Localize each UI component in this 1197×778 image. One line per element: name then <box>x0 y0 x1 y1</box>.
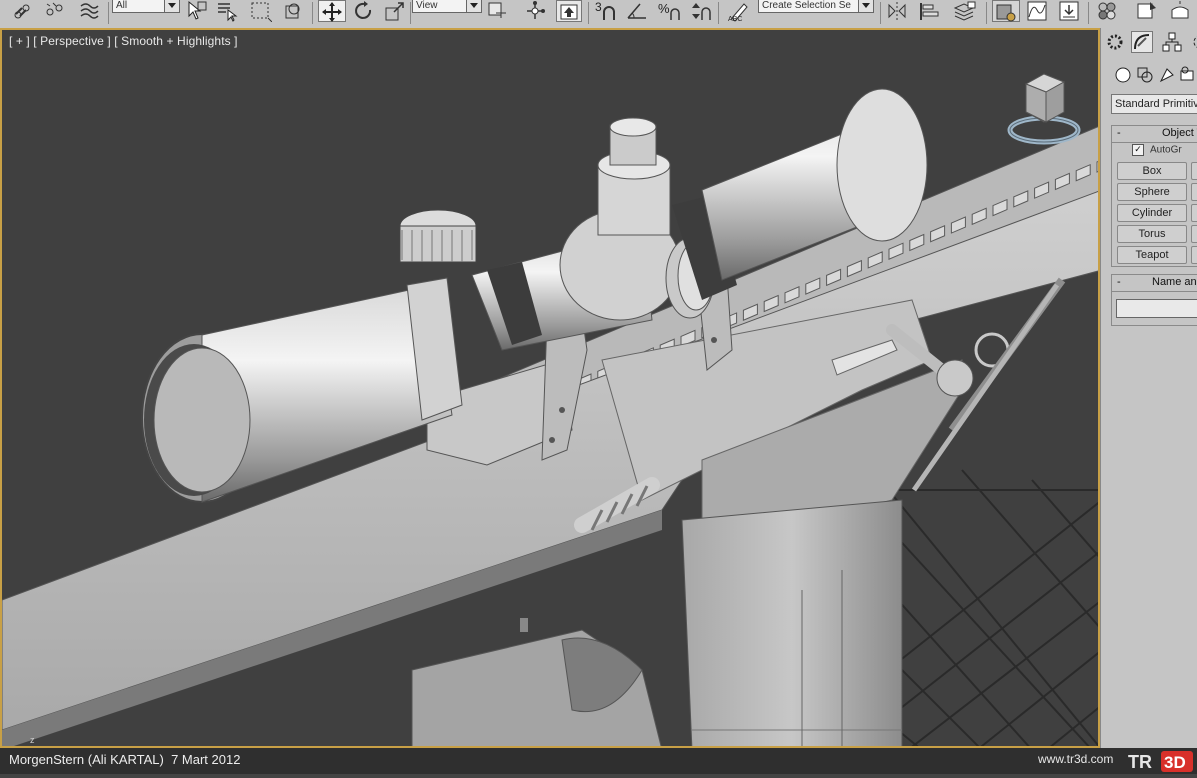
cylinder-button[interactable]: Cylinder <box>1117 204 1187 222</box>
select-and-manipulate-icon[interactable] <box>524 0 546 22</box>
use-pivot-point-center-icon[interactable] <box>486 0 508 22</box>
logo-text-tr: TR <box>1128 752 1152 772</box>
select-and-scale-icon[interactable] <box>384 0 406 22</box>
cameras-category-icon[interactable] <box>1179 65 1197 87</box>
object-type-title: Object T <box>1162 127 1197 139</box>
curve-editor-icon[interactable] <box>1026 0 1048 22</box>
selection-filter-value: All <box>116 0 128 11</box>
named-selection-dropdown[interactable]: Create Selection Se <box>758 0 874 13</box>
svg-text:3: 3 <box>595 0 602 14</box>
lights-category-icon[interactable] <box>1157 65 1179 87</box>
svg-text:%: % <box>658 1 670 16</box>
object-type-rollout-header[interactable]: - Object T <box>1112 126 1197 143</box>
chevron-down-icon <box>858 0 873 12</box>
selection-filter-dropdown[interactable]: All <box>112 0 180 13</box>
primitive-type-dropdown[interactable]: Standard Primitives <box>1111 94 1197 114</box>
viewport-scene <box>2 88 1098 746</box>
axis-tripod-label: z <box>30 735 35 745</box>
select-and-link-icon[interactable] <box>12 0 34 22</box>
select-object-icon[interactable] <box>186 0 208 22</box>
window-crossing-icon[interactable] <box>282 0 304 22</box>
rectangular-selection-icon[interactable] <box>250 0 272 22</box>
keyboard-shortcut-override-icon[interactable] <box>556 0 582 22</box>
viewport-point-of-view[interactable]: [ Perspective ] <box>33 34 111 48</box>
name-and-color-title: Name and <box>1152 276 1197 288</box>
layer-manager-icon[interactable] <box>952 0 976 22</box>
main-toolbar: All View 3 % ABC Create Selection Se <box>0 0 1197 29</box>
name-and-color-rollout-header[interactable]: - Name and <box>1112 275 1197 292</box>
tr3d-logo-icon: TR 3D <box>1128 749 1194 773</box>
render-setup-icon[interactable] <box>1136 0 1158 22</box>
shapes-category-icon[interactable] <box>1135 65 1157 87</box>
render-production-icon[interactable] <box>1168 0 1190 22</box>
box-button[interactable]: Box <box>1117 162 1187 180</box>
create-tab-icon[interactable] <box>1104 31 1126 53</box>
collapse-icon: - <box>1117 276 1121 288</box>
command-panel-tabs <box>1101 28 1197 58</box>
reference-coordinate-value: View <box>416 0 438 11</box>
author-credit: MorgenStern (Ali KARTAL) 7 Mart 2012 <box>9 752 241 767</box>
hierarchy-tab-icon[interactable] <box>1161 31 1183 53</box>
snaps-toggle-icon[interactable]: 3 <box>594 0 616 22</box>
percent-snap-toggle-icon[interactable]: % <box>658 0 680 22</box>
align-icon[interactable] <box>918 0 940 22</box>
select-and-move-icon[interactable] <box>318 0 346 22</box>
sphere-button[interactable]: Sphere <box>1117 183 1187 201</box>
website-link[interactable]: www.tr3d.com <box>1038 752 1113 766</box>
select-and-rotate-icon[interactable] <box>352 0 374 22</box>
angle-snap-toggle-icon[interactable] <box>626 0 648 22</box>
mirror-icon[interactable] <box>886 0 908 22</box>
object-name-input[interactable] <box>1116 299 1197 318</box>
torus-button[interactable]: Torus <box>1117 225 1187 243</box>
edit-named-selection-icon[interactable]: ABC <box>726 0 748 22</box>
bind-to-space-warp-icon[interactable] <box>78 0 100 22</box>
chevron-down-icon <box>466 0 481 12</box>
autogrid-checkbox[interactable]: ✓ AutoGr <box>1132 144 1182 156</box>
viewcube-icon[interactable] <box>1006 64 1086 148</box>
plane-button[interactable] <box>1191 246 1197 264</box>
tube-button[interactable] <box>1191 204 1197 222</box>
command-panel: Standard Primitives - Object T ✓ AutoGr B… <box>1100 28 1197 748</box>
autogrid-label: AutoGr <box>1150 144 1182 156</box>
object-category-row <box>1101 62 1197 90</box>
viewport-label[interactable]: [ + ] [ Perspective ] [ Smooth + Highlig… <box>9 34 238 48</box>
spinner-snap-toggle-icon[interactable] <box>690 0 712 22</box>
geosphere-button[interactable] <box>1191 183 1197 201</box>
material-editor-icon[interactable] <box>1096 0 1118 22</box>
reference-coordinate-dropdown[interactable]: View <box>412 0 482 13</box>
pyramid-button[interactable] <box>1191 225 1197 243</box>
collapse-icon: - <box>1117 127 1121 139</box>
modify-tab-icon[interactable] <box>1131 31 1153 53</box>
geometry-category-icon[interactable] <box>1113 65 1135 87</box>
motion-tab-icon[interactable] <box>1189 31 1197 53</box>
svg-text:ABC: ABC <box>728 16 742 22</box>
schematic-view-icon[interactable] <box>1058 0 1080 22</box>
cone-button[interactable] <box>1191 162 1197 180</box>
perspective-viewport[interactable]: [ + ] [ Perspective ] [ Smooth + Highlig… <box>0 28 1100 748</box>
checkbox-icon[interactable]: ✓ <box>1132 144 1144 156</box>
chevron-down-icon <box>164 0 179 12</box>
teapot-button[interactable]: Teapot <box>1117 246 1187 264</box>
named-selection-value: Create Selection Se <box>762 0 851 11</box>
viewport-shading-mode[interactable]: [ Smooth + Highlights ] <box>114 34 237 48</box>
viewport-menu-plus[interactable]: [ + ] <box>9 34 30 48</box>
graphite-modeling-tools-icon[interactable] <box>992 0 1020 22</box>
select-by-name-icon[interactable] <box>216 0 238 22</box>
status-bar: MorgenStern (Ali KARTAL) 7 Mart 2012 www… <box>0 748 1197 774</box>
logo-text-3d: 3D <box>1164 753 1186 772</box>
unlink-selection-icon[interactable] <box>44 0 66 22</box>
